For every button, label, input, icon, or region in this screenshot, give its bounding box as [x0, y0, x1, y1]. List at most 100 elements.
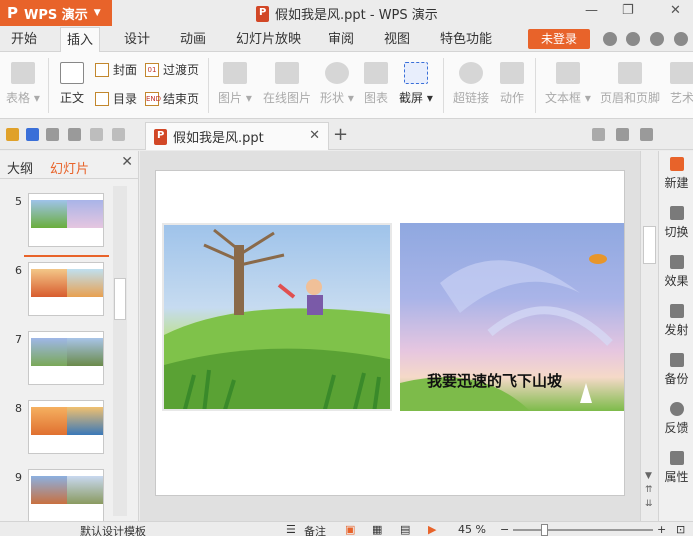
login-button[interactable]: 未登录: [528, 29, 590, 49]
redo-icon[interactable]: [112, 128, 125, 141]
tab-animation[interactable]: 动画: [174, 27, 212, 52]
close-panel-button[interactable]: ✕: [121, 154, 133, 170]
normal-view-icon[interactable]: ▣: [345, 523, 355, 536]
pin-icon[interactable]: [592, 128, 605, 141]
switch-button[interactable]: 切换: [659, 206, 693, 240]
slide-picture-windy-hill[interactable]: [162, 223, 392, 411]
undo-icon[interactable]: [90, 128, 103, 141]
next-slide-icon[interactable]: ⇊: [645, 499, 653, 509]
notes-icon[interactable]: ☰: [286, 523, 296, 536]
zoom-percent[interactable]: 45 %: [458, 523, 486, 536]
action-button[interactable]: 动作: [500, 62, 524, 106]
help-icon[interactable]: [674, 32, 688, 46]
transition-page-button[interactable]: 01 过渡页: [145, 61, 199, 78]
hyperlink-button[interactable]: 超链接: [453, 62, 489, 106]
end-page-icon: END: [145, 91, 161, 106]
tab-start[interactable]: 开始: [5, 27, 43, 52]
ribbon-divider: [443, 58, 444, 113]
art-text-label: 艺术: [670, 91, 693, 105]
save-icon[interactable]: [26, 128, 39, 141]
tab-slides[interactable]: 幻灯片: [50, 158, 89, 177]
current-slide[interactable]: 我要迅速的飞下山坡: [155, 170, 625, 496]
zoom-slider-handle[interactable]: [541, 524, 548, 536]
app-menu-button[interactable]: P WPS 演示 ▼: [0, 0, 112, 26]
picture-label: 图片: [218, 91, 243, 105]
picture-icon: [222, 62, 247, 84]
end-page-button[interactable]: END 结束页: [145, 90, 199, 107]
prev-slide-icon[interactable]: ⇈: [645, 485, 653, 495]
chart-button[interactable]: 图表: [364, 62, 388, 106]
tab-outline[interactable]: 大纲: [7, 158, 33, 177]
scrollbar-thumb[interactable]: [643, 226, 656, 264]
tab-special-features[interactable]: 特色功能: [434, 27, 498, 52]
sync-icon[interactable]: [626, 32, 640, 46]
picture-button[interactable]: 图片 ▾: [218, 62, 252, 106]
toc-label: 目录: [113, 92, 138, 106]
cover-icon: [95, 62, 109, 77]
slide-thumbnail-8[interactable]: [28, 400, 104, 454]
art-text-button[interactable]: 艺术: [670, 62, 693, 106]
action-label: 动作: [500, 91, 525, 105]
textbox-button[interactable]: 文本框 ▾: [545, 62, 591, 106]
properties-button[interactable]: 属性: [659, 451, 693, 485]
minimize-button[interactable]: —: [585, 3, 598, 18]
toc-button[interactable]: 目录: [95, 90, 137, 107]
document-tab[interactable]: 假如我是风.ppt ✕: [145, 122, 329, 150]
cover-button[interactable]: 封面: [95, 61, 137, 78]
launch-label: 发射: [664, 323, 689, 337]
transition-page-icon: 01: [145, 62, 159, 77]
table-label: 表格: [6, 91, 31, 105]
zoom-slider[interactable]: [513, 529, 653, 531]
new-tab-button[interactable]: +: [333, 124, 348, 145]
chart-label: 图表: [364, 91, 389, 105]
body-text-button[interactable]: 正文: [60, 62, 84, 106]
print-preview-icon[interactable]: [68, 128, 81, 141]
close-window-button[interactable]: ✕: [670, 3, 681, 18]
print-icon[interactable]: [46, 128, 59, 141]
restore-button[interactable]: ❐: [622, 3, 634, 18]
header-footer-button[interactable]: 页眉和页脚: [600, 62, 660, 106]
panel-tabs: 大纲 幻灯片 ✕: [0, 151, 139, 179]
slide-thumbnail-5[interactable]: [28, 193, 104, 247]
slide-thumbnail-7[interactable]: [28, 331, 104, 385]
window-mode-icon[interactable]: [616, 128, 629, 141]
shape-button[interactable]: 形状 ▾: [320, 62, 354, 106]
body-text-label: 正文: [60, 91, 85, 105]
fit-window-icon[interactable]: ⊡: [676, 523, 685, 536]
play-slideshow-icon[interactable]: ▶: [428, 523, 436, 536]
tab-list-icon[interactable]: [640, 128, 653, 141]
slide-sorter-icon[interactable]: ▦: [372, 523, 382, 536]
zoom-out-button[interactable]: −: [500, 523, 509, 536]
header-footer-label: 页眉和页脚: [600, 91, 661, 105]
ribbon-divider: [535, 58, 536, 113]
slide-thumbnail-9[interactable]: [28, 469, 104, 523]
canvas-scrollbar[interactable]: ▼ ⇈ ⇊: [640, 151, 658, 521]
screenshot-button[interactable]: 截屏 ▾: [399, 62, 433, 106]
zoom-in-button[interactable]: +: [657, 523, 666, 536]
open-folder-icon[interactable]: [6, 128, 19, 141]
scrollbar-thumb[interactable]: [114, 278, 126, 320]
tab-slideshow[interactable]: 幻灯片放映: [230, 27, 307, 52]
tab-view[interactable]: 视图: [378, 27, 416, 52]
skin-icon[interactable]: [603, 32, 617, 46]
new-slide-button[interactable]: 新建: [659, 157, 693, 191]
tab-design[interactable]: 设计: [118, 27, 156, 52]
slide-picture-wind-sky[interactable]: 我要迅速的飞下山坡: [400, 223, 624, 411]
slides-scrollbar[interactable]: [113, 186, 127, 516]
close-tab-button[interactable]: ✕: [309, 128, 320, 143]
slide-thumbnail-6[interactable]: [28, 262, 104, 316]
reading-view-icon[interactable]: ▤: [400, 523, 410, 536]
shirt-icon[interactable]: [650, 32, 664, 46]
effects-button[interactable]: 效果: [659, 255, 693, 289]
backup-button[interactable]: 备份: [659, 353, 693, 387]
tab-review[interactable]: 审阅: [322, 27, 360, 52]
feedback-button[interactable]: 反馈: [659, 402, 693, 436]
notes-toggle[interactable]: 备注: [304, 523, 326, 536]
launch-button[interactable]: 发射: [659, 304, 693, 338]
online-picture-button[interactable]: 在线图片: [263, 62, 311, 106]
slide-caption[interactable]: 我要迅速的飞下山坡: [427, 370, 562, 391]
table-button[interactable]: 表格 ▾: [6, 62, 40, 106]
scroll-down-icon[interactable]: ▼: [645, 471, 652, 481]
design-template-label[interactable]: 默认设计模板: [80, 523, 146, 536]
tab-insert[interactable]: 插入: [60, 27, 101, 53]
